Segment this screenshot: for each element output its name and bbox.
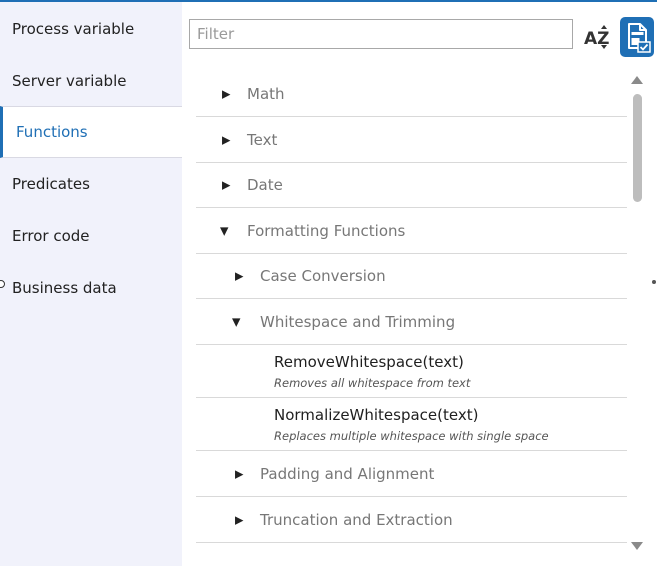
function-tree: ▶ Math ▶ Text ▶ Date ▼ Formatting Functi… [196, 72, 627, 566]
sidebar-item-functions[interactable]: Functions [0, 106, 182, 158]
tree-node-whitespace-and-trimming[interactable]: ▼ Whitespace and Trimming [196, 299, 627, 345]
function-name: NormalizeWhitespace(text) [274, 406, 479, 424]
sidebar-item-label: Business data [12, 279, 117, 297]
sidebar-item-label: Process variable [12, 20, 135, 38]
function-name: RemoveWhitespace(text) [274, 353, 464, 371]
tree-node-text[interactable]: ▶ Text [196, 117, 627, 163]
caret-right-icon: ▶ [235, 467, 244, 480]
sidebar-item-label: Functions [16, 123, 88, 141]
document-check-icon [628, 23, 651, 53]
tree-node-date[interactable]: ▶ Date [196, 163, 627, 208]
sidebar-item-server-variable[interactable]: Server variable [0, 55, 182, 107]
tree-node-label: Padding and Alignment [260, 464, 435, 483]
tree-node-truncation-and-extraction[interactable]: ▶ Truncation and Extraction [196, 497, 627, 543]
function-item-remove-whitespace[interactable]: RemoveWhitespace(text) Removes all white… [196, 345, 627, 398]
sort-az-button[interactable]: AZ [581, 22, 613, 52]
sidebar-item-label: Predicates [12, 175, 90, 193]
function-description: Removes all whitespace from text [274, 376, 471, 390]
filter-input[interactable] [189, 19, 573, 49]
tree-node-padding-and-alignment[interactable]: ▶ Padding and Alignment [196, 451, 627, 497]
sort-az-icon: AZ [584, 25, 609, 49]
sidebar-item-process-variable[interactable]: Process variable [0, 3, 182, 55]
tree-node-label: Whitespace and Trimming [260, 312, 456, 331]
caret-right-icon: ▶ [222, 178, 231, 192]
caret-right-icon: ▶ [235, 269, 244, 283]
sidebar-item-label: Error code [12, 227, 90, 245]
caret-right-icon: ▶ [235, 513, 244, 526]
caret-down-icon: ▼ [220, 224, 229, 237]
resize-handle-dot-right[interactable] [652, 280, 656, 284]
caret-right-icon: ▶ [222, 87, 231, 101]
function-item-normalize-whitespace[interactable]: NormalizeWhitespace(text) Replaces multi… [196, 398, 627, 451]
sidebar-item-label: Server variable [12, 72, 127, 90]
tree-node-case-conversion[interactable]: ▶ Case Conversion [196, 254, 627, 299]
tree-node-label: Formatting Functions [247, 221, 406, 240]
sidebar-item-business-data[interactable]: Business data [0, 262, 182, 314]
scrollbar-thumb[interactable] [633, 94, 642, 202]
tree-node-label: Date [247, 176, 283, 194]
scroll-up-arrow-icon[interactable] [631, 76, 643, 84]
tree-node-label: Text [247, 130, 278, 149]
sidebar: Process variable Server variable Functio… [0, 2, 182, 566]
function-description: Replaces multiple whitespace with single… [274, 429, 549, 443]
tree-node-label: Truncation and Extraction [260, 510, 453, 529]
tree-node-label: Math [247, 85, 285, 103]
insert-document-button[interactable] [620, 17, 654, 57]
sidebar-item-error-code[interactable]: Error code [0, 210, 182, 262]
caret-down-icon: ▼ [232, 315, 241, 328]
scroll-down-arrow-icon[interactable] [631, 542, 643, 550]
tree-node-label: Case Conversion [260, 267, 386, 285]
tree-node-math[interactable]: ▶ Math [196, 72, 627, 117]
caret-right-icon: ▶ [222, 133, 231, 146]
sidebar-item-predicates[interactable]: Predicates [0, 158, 182, 210]
tree-node-formatting-functions[interactable]: ▼ Formatting Functions [196, 208, 627, 254]
